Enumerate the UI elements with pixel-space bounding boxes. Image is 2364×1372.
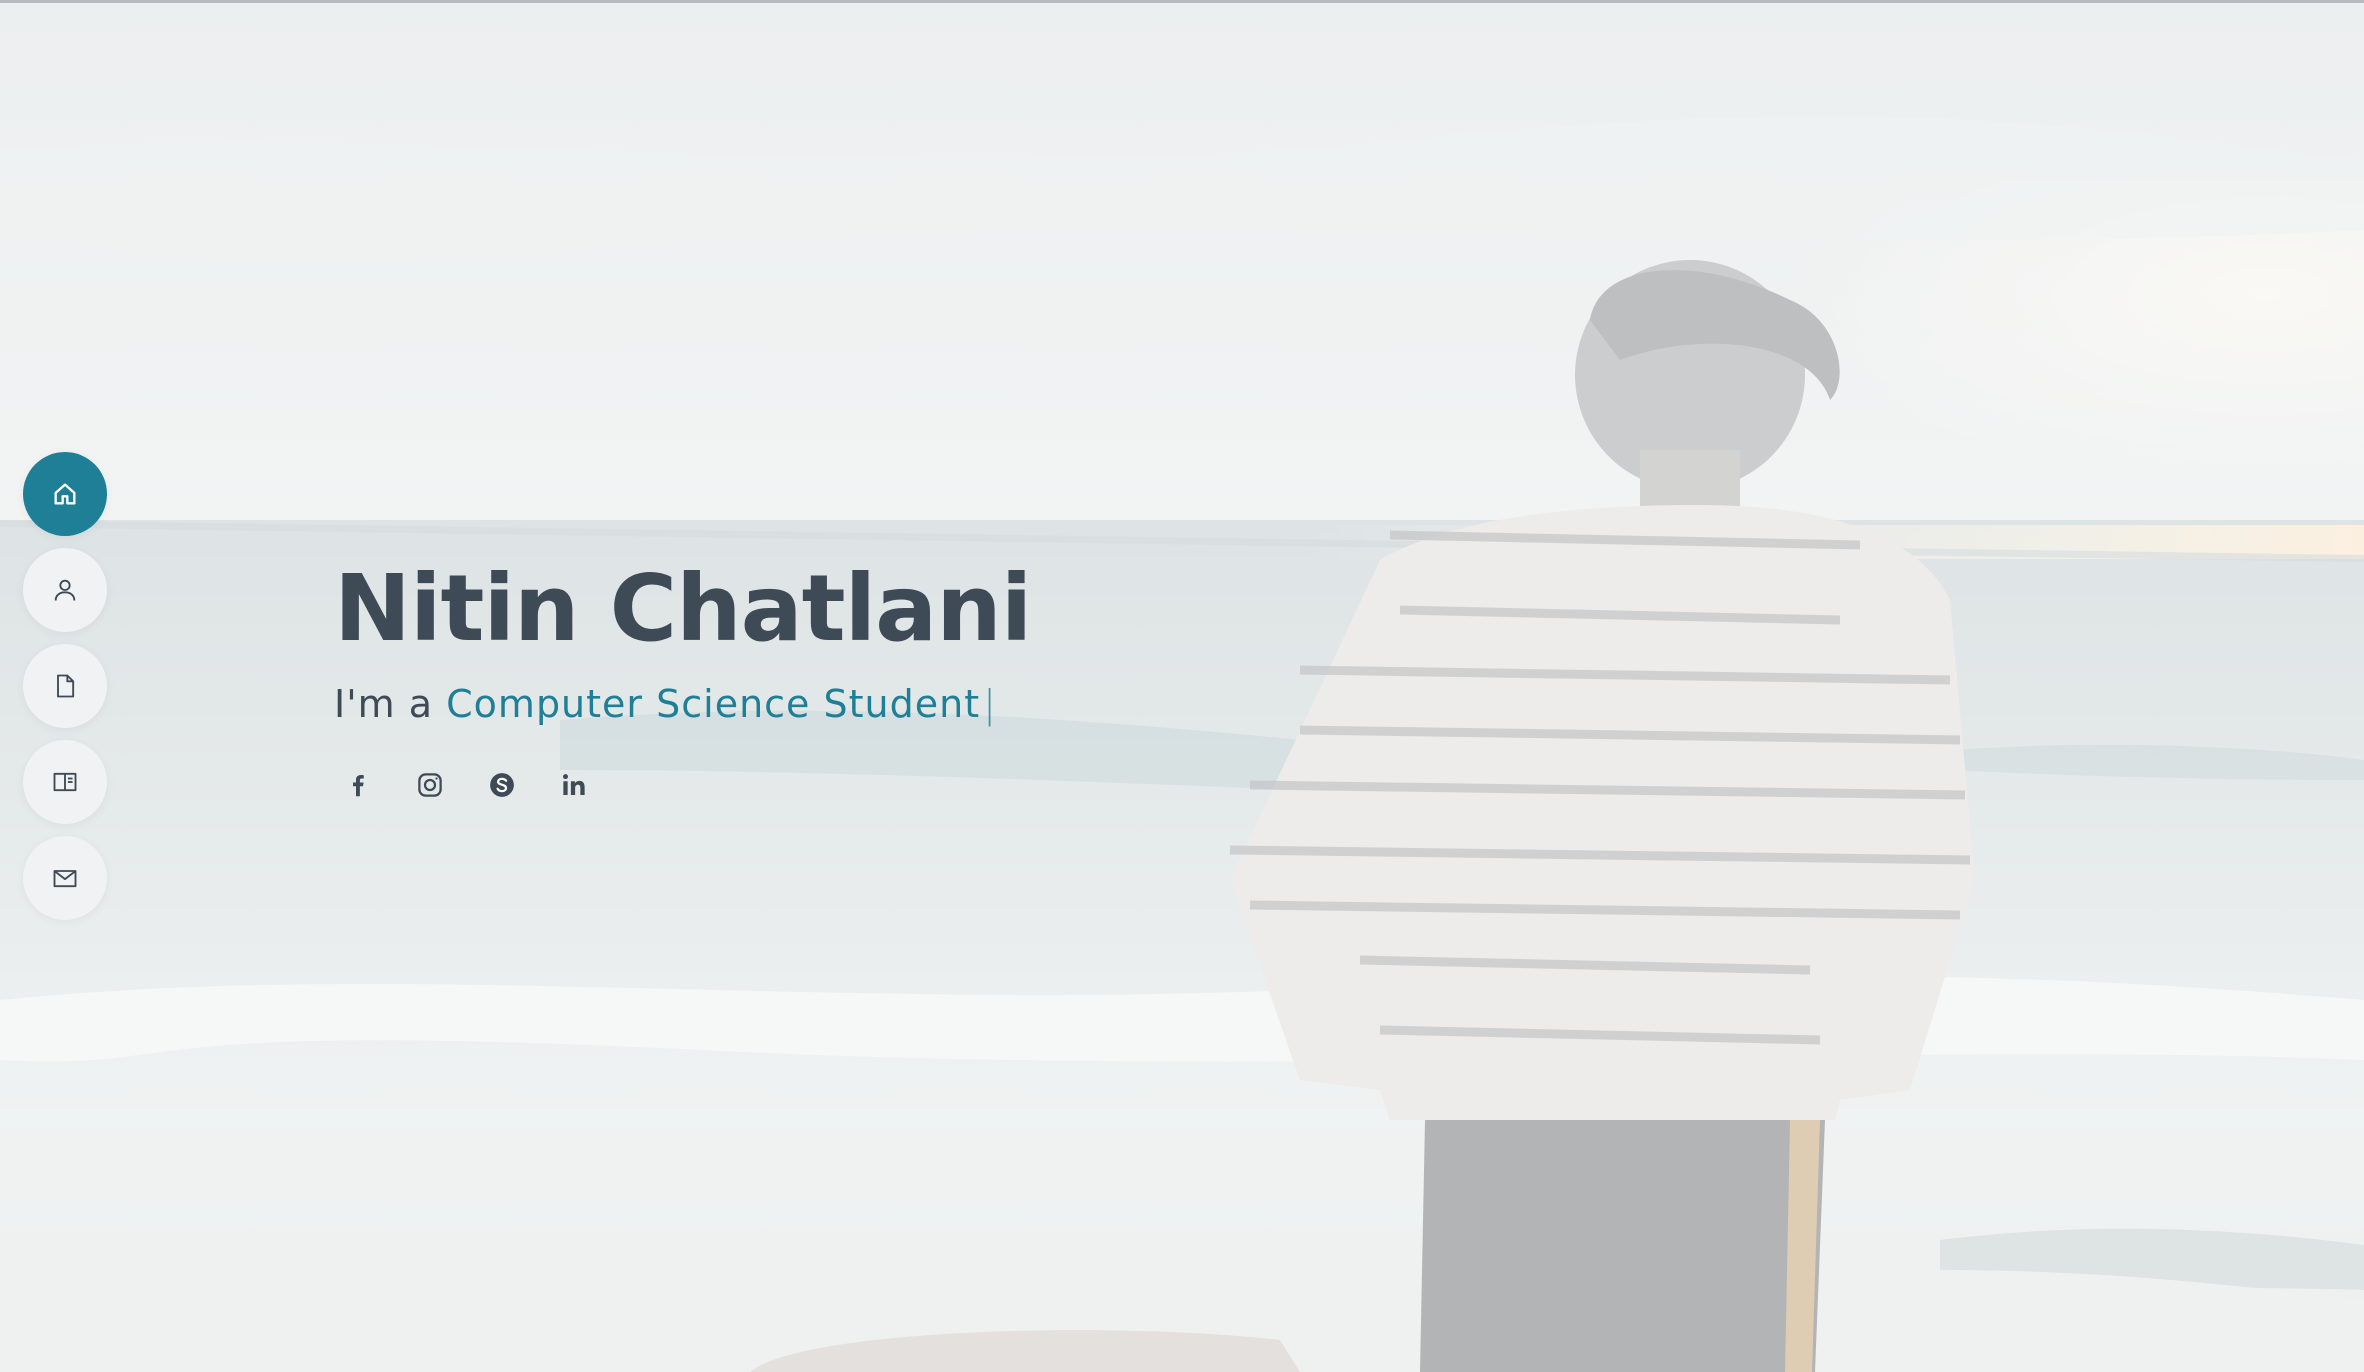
skype-icon — [490, 773, 514, 797]
nav-resume-button[interactable] — [23, 644, 107, 728]
instagram-icon — [418, 773, 442, 797]
hero-subtitle: I'm a Computer Science Student| — [334, 679, 1031, 729]
facebook-link[interactable] — [340, 767, 376, 803]
skype-link[interactable] — [484, 767, 520, 803]
instagram-link[interactable] — [412, 767, 448, 803]
nav-home-button[interactable] — [23, 452, 107, 536]
social-links — [334, 767, 1031, 803]
side-nav — [23, 452, 107, 932]
nav-contact-button[interactable] — [23, 836, 107, 920]
user-icon — [54, 579, 76, 601]
nav-portfolio-button[interactable] — [23, 740, 107, 824]
hero-prefix: I'm a — [334, 682, 434, 726]
book-icon — [53, 772, 77, 792]
hero-typed-text: Computer Science Student — [446, 682, 981, 726]
page: Nitin Chatlani I'm a Computer Science St… — [0, 0, 2364, 1372]
typing-caret: | — [983, 682, 997, 726]
hero-name: Nitin Chatlani — [334, 555, 1032, 662]
top-rule — [0, 0, 2364, 3]
linkedin-link[interactable] — [556, 767, 592, 803]
hero: Nitin Chatlani I'm a Computer Science St… — [334, 545, 1032, 803]
file-icon — [57, 674, 75, 698]
home-icon — [54, 483, 76, 505]
mail-icon — [53, 870, 77, 888]
linkedin-icon — [563, 774, 585, 795]
facebook-icon — [353, 775, 364, 797]
nav-about-button[interactable] — [23, 548, 107, 632]
